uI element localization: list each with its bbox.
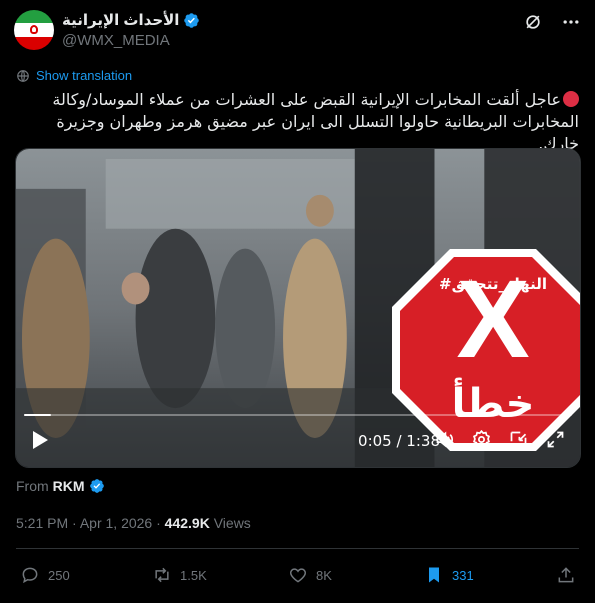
repost-count: 1.5K xyxy=(180,567,207,583)
tweet-text: عاجل ألقت المخابرات الإيرانية القبض على … xyxy=(16,89,579,155)
repost-button[interactable]: 1.5K xyxy=(152,565,207,585)
handle[interactable]: @WMX_MEDIA xyxy=(62,32,170,49)
picture-in-picture-icon[interactable] xyxy=(508,429,529,450)
like-button[interactable]: 8K xyxy=(288,565,332,585)
show-translation-link[interactable]: Show translation xyxy=(16,68,132,83)
divider xyxy=(16,548,579,549)
bookmark-button[interactable]: 331 xyxy=(424,565,474,585)
bookmark-count: 331 xyxy=(452,567,474,583)
repost-icon xyxy=(155,567,169,583)
fullscreen-icon[interactable] xyxy=(545,429,566,450)
media-source: From RKM xyxy=(16,478,105,494)
video-controls: 0:05 / 1:38 xyxy=(16,415,580,467)
views-count: 442.9K xyxy=(164,515,210,531)
display-name[interactable]: الأحداث الإيرانية xyxy=(62,11,179,29)
volume-icon[interactable] xyxy=(434,429,455,450)
video-time: 0:05 / 1:38 xyxy=(358,432,440,450)
tweet-time[interactable]: 5:21 PM xyxy=(16,515,68,531)
tweet-line-1: عاجل ألقت المخابرات الإيرانية القبض على … xyxy=(52,90,561,109)
views-label: Views xyxy=(213,515,251,531)
settings-gear-icon[interactable] xyxy=(471,429,492,450)
display-name-row[interactable]: الأحداث الإيرانية xyxy=(62,11,200,29)
video-player[interactable]: X #النهار_تتحقق خطأ 0:05 / 1:38 xyxy=(15,148,581,468)
heart-icon xyxy=(289,568,307,583)
share-button[interactable] xyxy=(556,565,576,585)
red-circle-emoji-icon xyxy=(563,91,579,107)
source-account-link[interactable]: RKM xyxy=(53,478,85,494)
tweet-date[interactable]: Apr 1, 2026 xyxy=(80,515,152,531)
show-translation-label[interactable]: Show translation xyxy=(36,68,132,83)
stamp-hashtag: #النهار_تتحقق xyxy=(439,275,547,293)
reply-button[interactable]: 250 xyxy=(20,565,70,585)
from-label: From xyxy=(16,478,49,494)
tweet-meta: 5:21 PM · Apr 1, 2026 · 442.9K Views xyxy=(16,515,251,531)
globe-icon xyxy=(17,69,29,82)
grok-icon[interactable] xyxy=(523,12,543,32)
verified-badge-icon xyxy=(89,479,104,493)
play-icon[interactable] xyxy=(30,429,50,451)
reply-count: 250 xyxy=(48,567,70,583)
bookmark-filled-icon xyxy=(429,567,439,583)
more-options-icon[interactable] xyxy=(561,12,581,32)
reply-icon xyxy=(22,567,38,584)
share-icon xyxy=(558,567,574,583)
tweet-header: الأحداث الإيرانية @WMX_MEDIA xyxy=(14,10,581,54)
verified-badge-icon xyxy=(184,12,200,28)
tweet-actions: 250 1.5K 8K 331 xyxy=(0,565,595,589)
like-count: 8K xyxy=(316,567,332,583)
avatar[interactable] xyxy=(14,10,54,50)
